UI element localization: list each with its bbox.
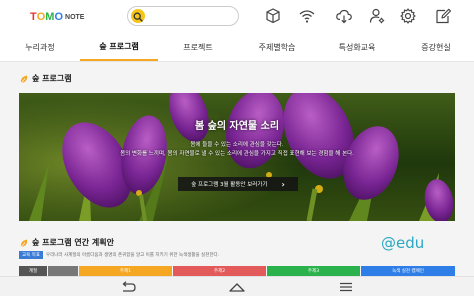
logo-letter: O (36, 11, 46, 23)
logo-letter: T (30, 11, 37, 23)
plan-header-cell: 주제3 (267, 266, 360, 276)
leaf-icon (20, 239, 28, 247)
tab-augmented-reality[interactable]: 증강현실 (408, 34, 464, 61)
logo[interactable]: TOMO NOTE (30, 10, 84, 24)
logo-suffix: NOTE (65, 14, 85, 21)
tab-project[interactable]: 프로젝트 (170, 34, 226, 61)
user-settings-icon[interactable] (367, 6, 387, 26)
logo-letter: M (45, 11, 55, 23)
section-header: 숲 프로그램 (19, 73, 72, 84)
tab-nuri-curriculum[interactable]: 누리과정 (12, 34, 68, 61)
tab-forest-program[interactable]: 숲 프로그램 (80, 34, 158, 61)
gear-icon[interactable] (398, 6, 418, 26)
crocus-photo (19, 93, 455, 221)
home-icon[interactable] (227, 280, 247, 294)
wifi-icon[interactable] (297, 6, 317, 26)
main-nav: 누리과정 숲 프로그램 프로젝트 주제별학습 특성화교육 증강현실 (0, 34, 474, 62)
section-header: 숲 프로그램 연간 계획안 (19, 237, 114, 248)
top-bar: TOMO NOTE (0, 0, 474, 34)
program-banner[interactable]: 봄 숲의 자연물 소리 봄에 들을 수 있는 소리에 관심을 갖는다. 봄의 변… (19, 93, 455, 221)
leaf-icon (20, 75, 28, 83)
view-march-activity-button[interactable]: 숲 프로그램 3월 활동안 보러가기 › (178, 177, 298, 191)
system-navigation-bar (0, 276, 474, 296)
back-icon[interactable] (118, 280, 138, 294)
plan-header-cell: 주제2 (173, 266, 266, 276)
education-goal: 교육 목표 우리나라 사계절의 아름다움과 생명의 존귀함을 알고 이를 지키기… (19, 251, 219, 259)
box-icon[interactable] (263, 6, 283, 26)
note-edit-icon[interactable] (433, 6, 453, 26)
plan-header-cell: 계절 (19, 266, 47, 276)
annual-plan-table-header: 계절 주제1 주제2 주제3 녹색 실천 캠페인 (19, 266, 455, 276)
goal-description: 우리나라 사계절의 아름다움과 생명의 존귀함을 알고 이를 지키기 위한 녹색… (46, 253, 220, 258)
banner-title: 봄 숲의 자연물 소리 (194, 121, 280, 132)
annual-plan-title: 숲 프로그램 연간 계획안 (32, 238, 114, 247)
tab-specialized-education[interactable]: 특성화교육 (326, 34, 388, 61)
goal-badge: 교육 목표 (19, 251, 43, 259)
tab-thematic-learning[interactable]: 주제별학습 (246, 34, 308, 61)
banner-description-line: 봄의 변화를 느끼며, 봄의 자연물로 낼 수 있는 소리에 관심을 가지고 직… (120, 151, 354, 157)
plan-header-cell: 녹색 실천 캠페인 (361, 266, 455, 276)
edu-watermark: @edu (381, 234, 425, 252)
banner-description-line: 봄에 들을 수 있는 소리에 관심을 갖는다. (190, 142, 284, 148)
plan-header-cell (48, 266, 78, 276)
chevron-right-icon: › (281, 179, 285, 189)
logo-wordmark: TOMO (30, 11, 63, 23)
cloud-download-icon[interactable] (334, 6, 354, 26)
search-input[interactable] (127, 6, 239, 26)
search-icon[interactable] (131, 9, 145, 23)
section-title: 숲 프로그램 (32, 74, 72, 83)
button-label: 숲 프로그램 3월 활동안 보러가기 (191, 182, 268, 188)
content-area: 숲 프로그램 봄 숲의 자연물 소리 봄에 들을 수 있는 소리에 관심을 갖는… (0, 62, 474, 276)
plan-header-cell: 주제1 (79, 266, 172, 276)
recents-icon[interactable] (336, 280, 356, 294)
app-window: TOMO NOTE 누리과정 숲 프로그램 프로젝트 주제별학습 특성화교육 증… (0, 0, 474, 296)
logo-letter: O (54, 11, 64, 23)
